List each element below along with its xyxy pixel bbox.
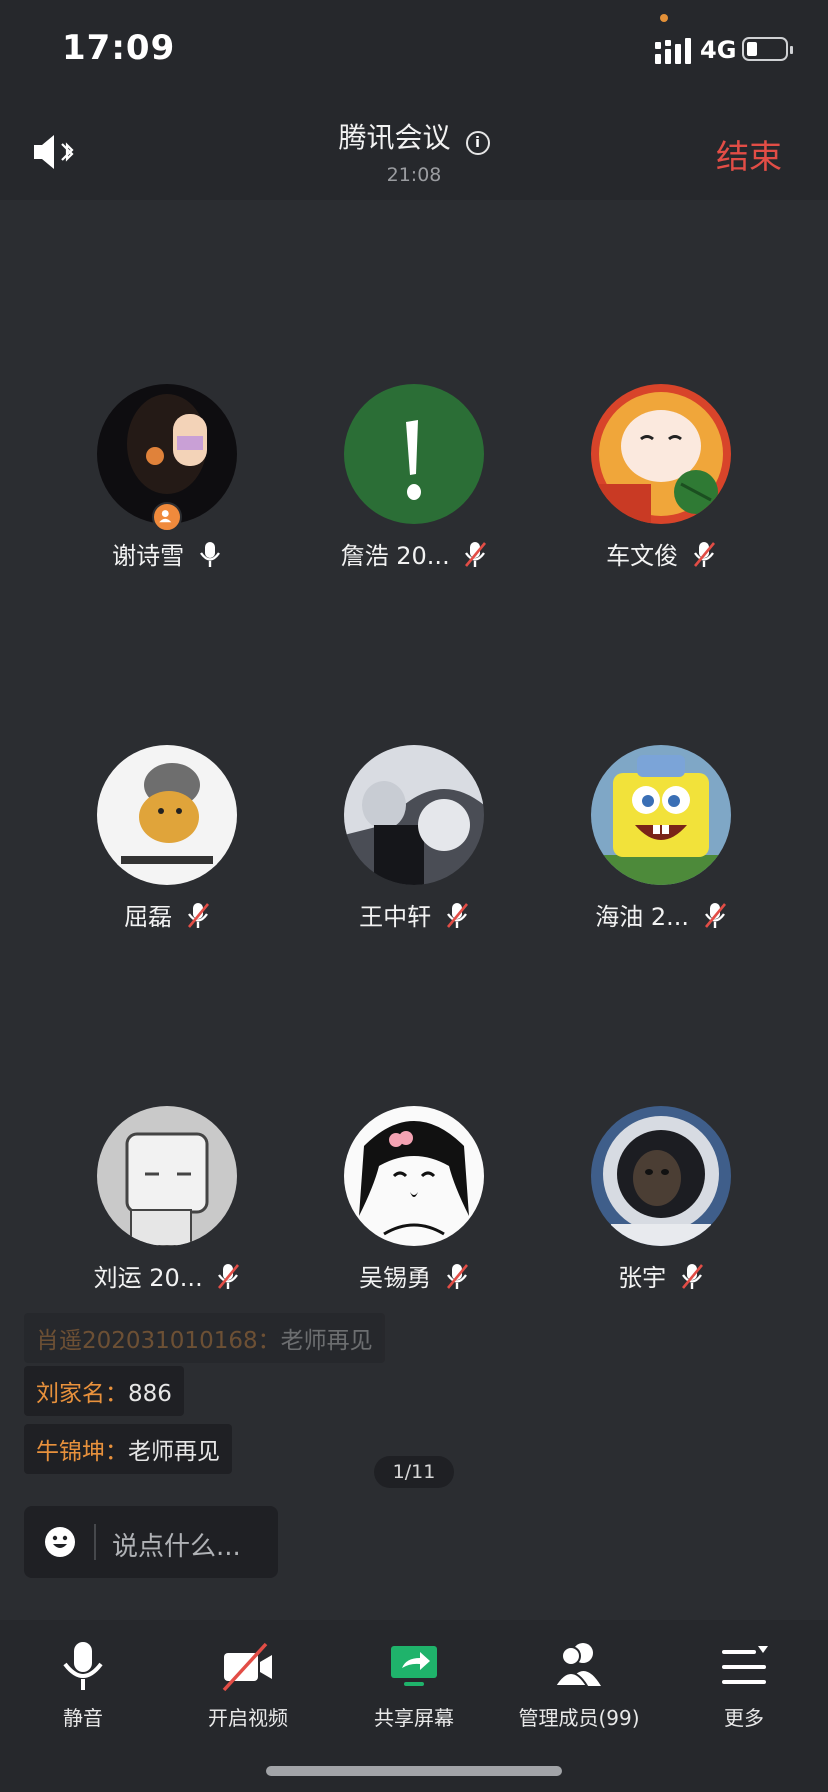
chat-bubble: 刘家名：886 [24,1366,184,1416]
mic-muted-icon [187,902,209,928]
mic-muted-icon [693,541,715,567]
privacy-indicator-dot [660,14,668,22]
more-menu-icon [722,1646,768,1684]
share-screen-button[interactable]: 共享屏幕 [334,1638,494,1731]
more-label: 更多 [724,1706,764,1730]
chat-text: 老师再见 [128,1439,220,1465]
participant-name: 谢诗雪 [112,542,185,570]
end-meeting-button[interactable]: 结束 [716,130,782,178]
participant-label: 海油 2... [541,897,781,932]
share-screen-label: 共享屏幕 [374,1706,454,1730]
microphone-icon [63,1642,103,1690]
mic-on-icon [199,541,220,567]
status-bar: 17:09 4G [0,0,828,96]
share-screen-icon [391,1646,437,1686]
participant-name: 张宇 [618,1264,667,1292]
participant-label: 王中轩 [294,897,534,932]
mic-muted-icon [446,1263,468,1289]
meeting-header: 腾讯会议 i 21:08 结束 [0,96,828,200]
participant-label: 吴锡勇 [294,1258,534,1293]
info-icon[interactable]: i [465,130,490,155]
start-video-button[interactable]: 开启视频 [168,1638,328,1731]
chat-message: 牛锦坤：老师再见 [24,1424,232,1474]
mute-label: 静音 [63,1706,103,1730]
chat-sender: 牛锦坤： [36,1439,128,1465]
participant-label: 刘运 20... [47,1258,287,1293]
manage-members-label: 管理成员(99) [518,1706,640,1730]
participant-name: 王中轩 [359,903,432,931]
avatar [97,745,237,885]
start-video-label: 开启视频 [208,1706,288,1730]
participant-label: 张宇 [541,1258,781,1293]
chat-bubble: 牛锦坤：老师再见 [24,1424,232,1474]
participant-name: 车文俊 [606,542,679,570]
avatar [344,384,484,524]
chat-sender: 肖遥202031010168： [36,1328,281,1354]
manage-members-button[interactable]: 管理成员(99) [499,1638,659,1731]
mic-muted-icon [446,902,468,928]
page-indicator: 1/11 [374,1456,454,1488]
home-indicator[interactable] [266,1766,562,1776]
mute-button[interactable]: 静音 [3,1638,163,1731]
battery-icon [742,37,793,61]
mic-muted-icon [704,902,726,928]
avatar [344,745,484,885]
chat-bubble: 肖遥202031010168：老师再见 [24,1313,385,1363]
emoji-icon[interactable] [44,1526,76,1558]
meeting-title[interactable]: 腾讯会议 i [0,116,828,156]
participant-name: 詹浩 20... [340,542,450,570]
chat-message: 肖遥202031010168：老师再见 [24,1313,385,1363]
chat-input[interactable]: 说点什么... [24,1506,278,1578]
meeting-title-text: 腾讯会议 [338,121,451,154]
members-icon [553,1643,601,1687]
input-divider [94,1524,96,1560]
participant-label: 谢诗雪 [47,536,287,571]
video-off-icon [222,1642,272,1692]
status-time: 17:09 [62,28,176,68]
participant-label: 车文俊 [541,536,781,571]
avatar [591,745,731,885]
meeting-duration: 21:08 [386,164,442,186]
participant-label: 屈磊 [47,897,287,932]
chat-input-placeholder: 说点什么... [112,1532,241,1562]
host-badge-icon [152,502,182,532]
avatar [591,384,731,524]
mic-muted-icon [681,1263,703,1289]
participant-name: 海油 2... [595,903,690,931]
more-button[interactable]: 更多 [664,1638,824,1731]
mic-muted-icon [465,541,487,567]
avatar [591,1106,731,1246]
avatar [97,1106,237,1246]
participant-name: 吴锡勇 [359,1264,432,1292]
network-type: 4G [700,36,737,64]
participant-name: 屈磊 [124,903,173,931]
chat-message: 刘家名：886 [24,1366,184,1416]
chat-text: 老师再见 [280,1328,373,1354]
avatar [344,1106,484,1246]
participant-name: 刘运 20... [93,1264,203,1292]
chat-sender: 刘家名： [36,1381,128,1407]
signal-icon [655,38,691,64]
mic-muted-icon [218,1263,240,1289]
chat-text: 886 [128,1381,172,1407]
participant-label: 詹浩 20... [294,536,534,571]
